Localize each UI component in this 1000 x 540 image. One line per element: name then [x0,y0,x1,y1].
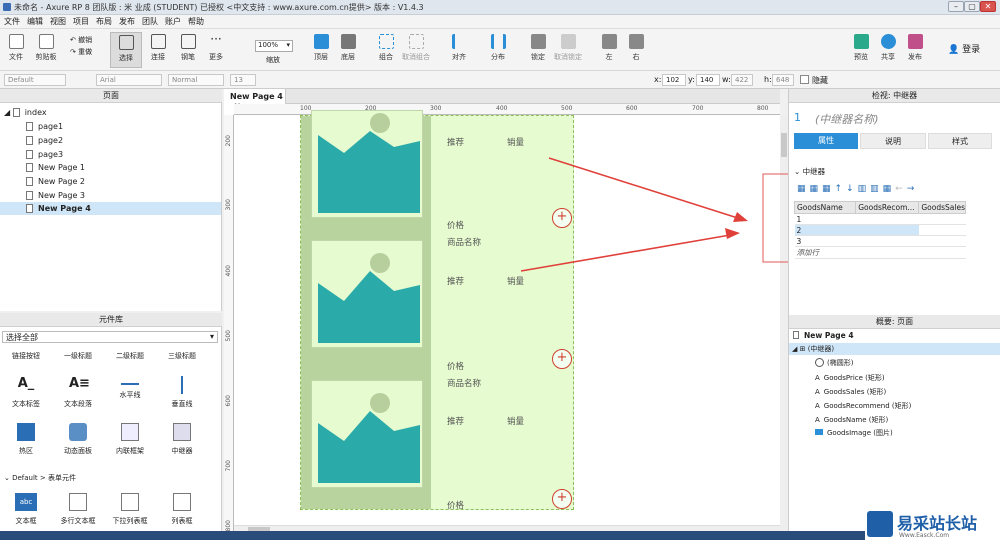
outline-item[interactable]: A GoodsSales (矩形) [815,387,886,397]
table-row[interactable]: 3 [794,235,966,247]
text-icon: A [815,416,820,424]
tab-notes[interactable]: 说明 [860,133,926,149]
expand-icon: ⌄ [794,167,803,176]
move-left-icon[interactable]: ← [895,184,907,194]
delete-col-icon[interactable]: ▦ [883,184,896,194]
outline-header: 概要: 页面 [789,315,1000,329]
widget-name-field[interactable]: (中继器名称) [815,111,879,127]
outline-item[interactable]: GoodsImage (图片) [815,428,893,438]
tab-style[interactable]: 样式 [928,133,992,149]
folder-icon [815,429,823,435]
table-row[interactable]: 2 [794,224,966,236]
dataset-toolbar: ▦▦▦↑↓▥▥▦←→ [797,184,918,194]
column-header[interactable]: GoodsSales [918,201,966,214]
outline-item[interactable]: (椭圆形) [815,358,853,368]
outline-item[interactable]: A GoodsPrice (矩形) [815,373,885,383]
dataset-table[interactable]: GoodsName GoodsRecom... GoodsSales 1 2 3… [793,201,966,259]
outline-item[interactable]: A GoodsRecommend (矩形) [815,401,911,411]
column-header[interactable]: GoodsName [793,201,857,214]
annotation-arrow [520,233,737,272]
delete-row-icon[interactable]: ▦ [822,184,835,194]
repeater-icon: ⊞ [799,345,808,353]
arrow-head [733,212,748,222]
column-header[interactable]: GoodsRecom... [855,201,920,214]
taskbar [0,531,865,540]
watermark-title: 易采站长站 [897,514,978,533]
move-up-icon[interactable]: ↑ [835,184,847,194]
tab-properties[interactable]: 属性 [794,133,858,149]
inspector-header: 检视: 中继器 [789,89,1000,103]
watermark-logo-icon [867,511,893,537]
inspector-panel: 检视: 中继器 1 (中继器名称) 属性 说明 样式 ⌄ 中继器 ▦▦▦↑↓▥▥… [788,89,1000,540]
outline-page[interactable]: New Page 4 [793,331,854,340]
add-row-icon[interactable]: ▦ [810,184,823,194]
text-icon: A [815,374,820,382]
arrow-head [725,228,740,239]
watermark: 易采站长站 Www.Easck.Com [865,508,1000,540]
page-icon [793,331,799,339]
insert-col-icon[interactable]: ▥ [858,184,871,194]
widget-index: 1 [794,111,801,124]
move-right-icon[interactable]: → [907,184,919,194]
text-icon: A [815,388,820,396]
add-row[interactable]: 添加行 [794,246,966,259]
add-col-icon[interactable]: ▥ [870,184,883,194]
text-icon: A [815,402,820,410]
outline-item[interactable]: A GoodsName (矩形) [815,415,888,425]
expand-icon: ◢ [792,345,800,353]
insert-row-icon[interactable]: ▦ [797,184,810,194]
move-down-icon[interactable]: ↓ [846,184,858,194]
table-row[interactable]: 1 [794,213,966,225]
annotation-arrow [548,157,745,221]
watermark-subtitle: Www.Easck.Com [899,532,950,539]
outline-repeater[interactable]: ◢ ⊞ (中继器) [792,344,834,354]
ellipse-icon [815,358,824,367]
section-repeater[interactable]: ⌄ 中继器 [794,166,825,177]
